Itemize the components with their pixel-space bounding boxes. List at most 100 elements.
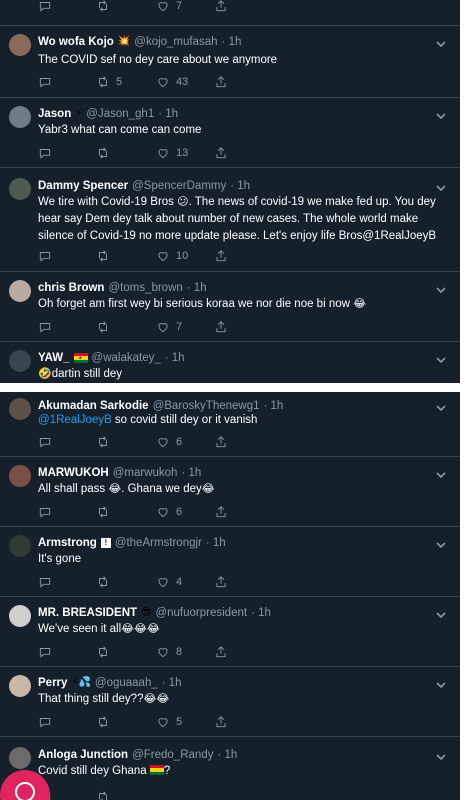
- timestamp[interactable]: · 1h: [162, 677, 182, 689]
- tweet[interactable]: Anloga Junction @Fredo_Randy · 1h Covid …: [0, 736, 460, 800]
- more-button[interactable]: [436, 537, 446, 549]
- like-button[interactable]: 8: [156, 642, 182, 662]
- retweet-button[interactable]: [96, 712, 110, 732]
- timestamp[interactable]: · 1h: [222, 36, 242, 48]
- reply-button[interactable]: [38, 432, 52, 452]
- handle[interactable]: @BaroskyThenewg1: [153, 400, 260, 412]
- like-button[interactable]: 10: [156, 246, 188, 266]
- retweet-button[interactable]: [96, 246, 110, 266]
- timestamp[interactable]: · 1h: [230, 180, 250, 192]
- avatar[interactable]: [9, 178, 31, 200]
- like-button[interactable]: 7: [156, 0, 182, 16]
- avatar[interactable]: [9, 605, 31, 627]
- like-button[interactable]: 4: [156, 572, 182, 592]
- tweet[interactable]: Dammy Spencer @SpencerDammy · 1h We tire…: [0, 167, 460, 271]
- avatar[interactable]: [9, 747, 31, 769]
- handle[interactable]: @kojo_mufasah: [134, 36, 217, 48]
- display-name[interactable]: YAW_: [38, 352, 70, 364]
- retweet-button[interactable]: [96, 432, 110, 452]
- retweet-button[interactable]: [96, 787, 110, 800]
- timestamp[interactable]: · 1h: [181, 467, 201, 479]
- display-name[interactable]: Perry: [38, 677, 67, 689]
- more-button[interactable]: [436, 607, 446, 619]
- display-name[interactable]: Armstrong: [38, 537, 97, 549]
- display-name[interactable]: Akumadan Sarkodie: [38, 400, 149, 412]
- reply-button[interactable]: [38, 143, 52, 163]
- avatar[interactable]: [9, 350, 31, 372]
- timestamp[interactable]: · 1h: [187, 282, 207, 294]
- share-button[interactable]: [214, 317, 228, 337]
- handle[interactable]: @Jason_gh1: [86, 108, 154, 120]
- timestamp[interactable]: · 1h: [264, 400, 284, 412]
- share-button[interactable]: [214, 143, 228, 163]
- tweet[interactable]: MR. BREASIDENT 😎 @nufuorpresident · 1h W…: [0, 596, 460, 666]
- tweet[interactable]: Armstrong ! @theArmstrongjr · 1h It's go…: [0, 526, 460, 596]
- more-button[interactable]: [436, 180, 446, 192]
- avatar[interactable]: [9, 465, 31, 487]
- reply-button[interactable]: [38, 712, 52, 732]
- like-button[interactable]: 6: [156, 502, 182, 522]
- like-button[interactable]: 6: [156, 432, 182, 452]
- more-button[interactable]: [436, 352, 446, 364]
- mention-link[interactable]: @1RealJoeyB: [38, 414, 112, 426]
- tweet[interactable]: chris Brown @toms_brown · 1h Oh forget a…: [0, 271, 460, 341]
- retweet-button[interactable]: [96, 317, 110, 337]
- like-button[interactable]: 43: [156, 72, 188, 92]
- tweet[interactable]: Perry ⚡💦 @oguaaah_ · 1h That thing still…: [0, 666, 460, 736]
- avatar[interactable]: [9, 675, 31, 697]
- timestamp[interactable]: · 1h: [165, 352, 185, 364]
- display-name[interactable]: chris Brown: [38, 282, 104, 294]
- more-button[interactable]: [436, 749, 446, 761]
- share-button[interactable]: [214, 572, 228, 592]
- reply-button[interactable]: [38, 246, 52, 266]
- display-name[interactable]: MARWUKOH: [38, 467, 109, 479]
- timestamp[interactable]: · 1h: [158, 108, 178, 120]
- reply-button[interactable]: [38, 502, 52, 522]
- avatar[interactable]: [9, 280, 31, 302]
- share-button[interactable]: [214, 72, 228, 92]
- retweet-button[interactable]: 5: [96, 72, 122, 92]
- more-button[interactable]: [436, 36, 446, 48]
- handle[interactable]: @SpencerDammy: [132, 180, 226, 192]
- handle[interactable]: @theArmstrongjr: [115, 537, 202, 549]
- more-button[interactable]: [436, 467, 446, 479]
- share-button[interactable]: [214, 502, 228, 522]
- retweet-button[interactable]: [96, 642, 110, 662]
- handle[interactable]: @marwukoh: [113, 467, 178, 479]
- display-name[interactable]: MR. BREASIDENT: [38, 607, 137, 619]
- share-button[interactable]: [214, 642, 228, 662]
- handle[interactable]: @toms_brown: [108, 282, 182, 294]
- more-button[interactable]: [436, 108, 446, 120]
- display-name[interactable]: Jason: [38, 108, 71, 120]
- avatar[interactable]: [9, 398, 31, 420]
- display-name[interactable]: Dammy Spencer: [38, 180, 128, 192]
- share-button[interactable]: [214, 246, 228, 266]
- share-button[interactable]: [214, 432, 228, 452]
- tweet[interactable]: Akumadan Sarkodie @BaroskyThenewg1 · 1h …: [0, 392, 460, 452]
- display-name[interactable]: Wo wofa Kojo: [38, 36, 114, 48]
- retweet-button[interactable]: [96, 572, 110, 592]
- like-button[interactable]: 7: [156, 317, 182, 337]
- retweet-button[interactable]: [96, 0, 110, 16]
- reply-button[interactable]: [38, 0, 52, 16]
- more-button[interactable]: [436, 400, 446, 412]
- handle[interactable]: @oguaaah_: [95, 677, 158, 689]
- reply-button[interactable]: [38, 572, 52, 592]
- more-button[interactable]: [436, 677, 446, 689]
- timestamp[interactable]: · 1h: [206, 537, 226, 549]
- reply-button[interactable]: [38, 72, 52, 92]
- avatar[interactable]: [9, 535, 31, 557]
- share-button[interactable]: [214, 0, 228, 16]
- display-name[interactable]: Anloga Junction: [38, 749, 128, 761]
- tweet[interactable]: Jason ⚡ @Jason_gh1 · 1h Yabr3 what can c…: [0, 97, 460, 167]
- more-button[interactable]: [436, 282, 446, 294]
- reply-button[interactable]: [38, 642, 52, 662]
- avatar[interactable]: [9, 106, 31, 128]
- handle[interactable]: @walakatey_: [92, 352, 161, 364]
- retweet-button[interactable]: [96, 143, 110, 163]
- handle[interactable]: @Fredo_Randy: [132, 749, 213, 761]
- retweet-button[interactable]: [96, 502, 110, 522]
- timestamp[interactable]: · 1h: [251, 607, 271, 619]
- tweet[interactable]: MARWUKOH @marwukoh · 1h All shall pass 😂…: [0, 456, 460, 526]
- like-button[interactable]: 13: [156, 143, 188, 163]
